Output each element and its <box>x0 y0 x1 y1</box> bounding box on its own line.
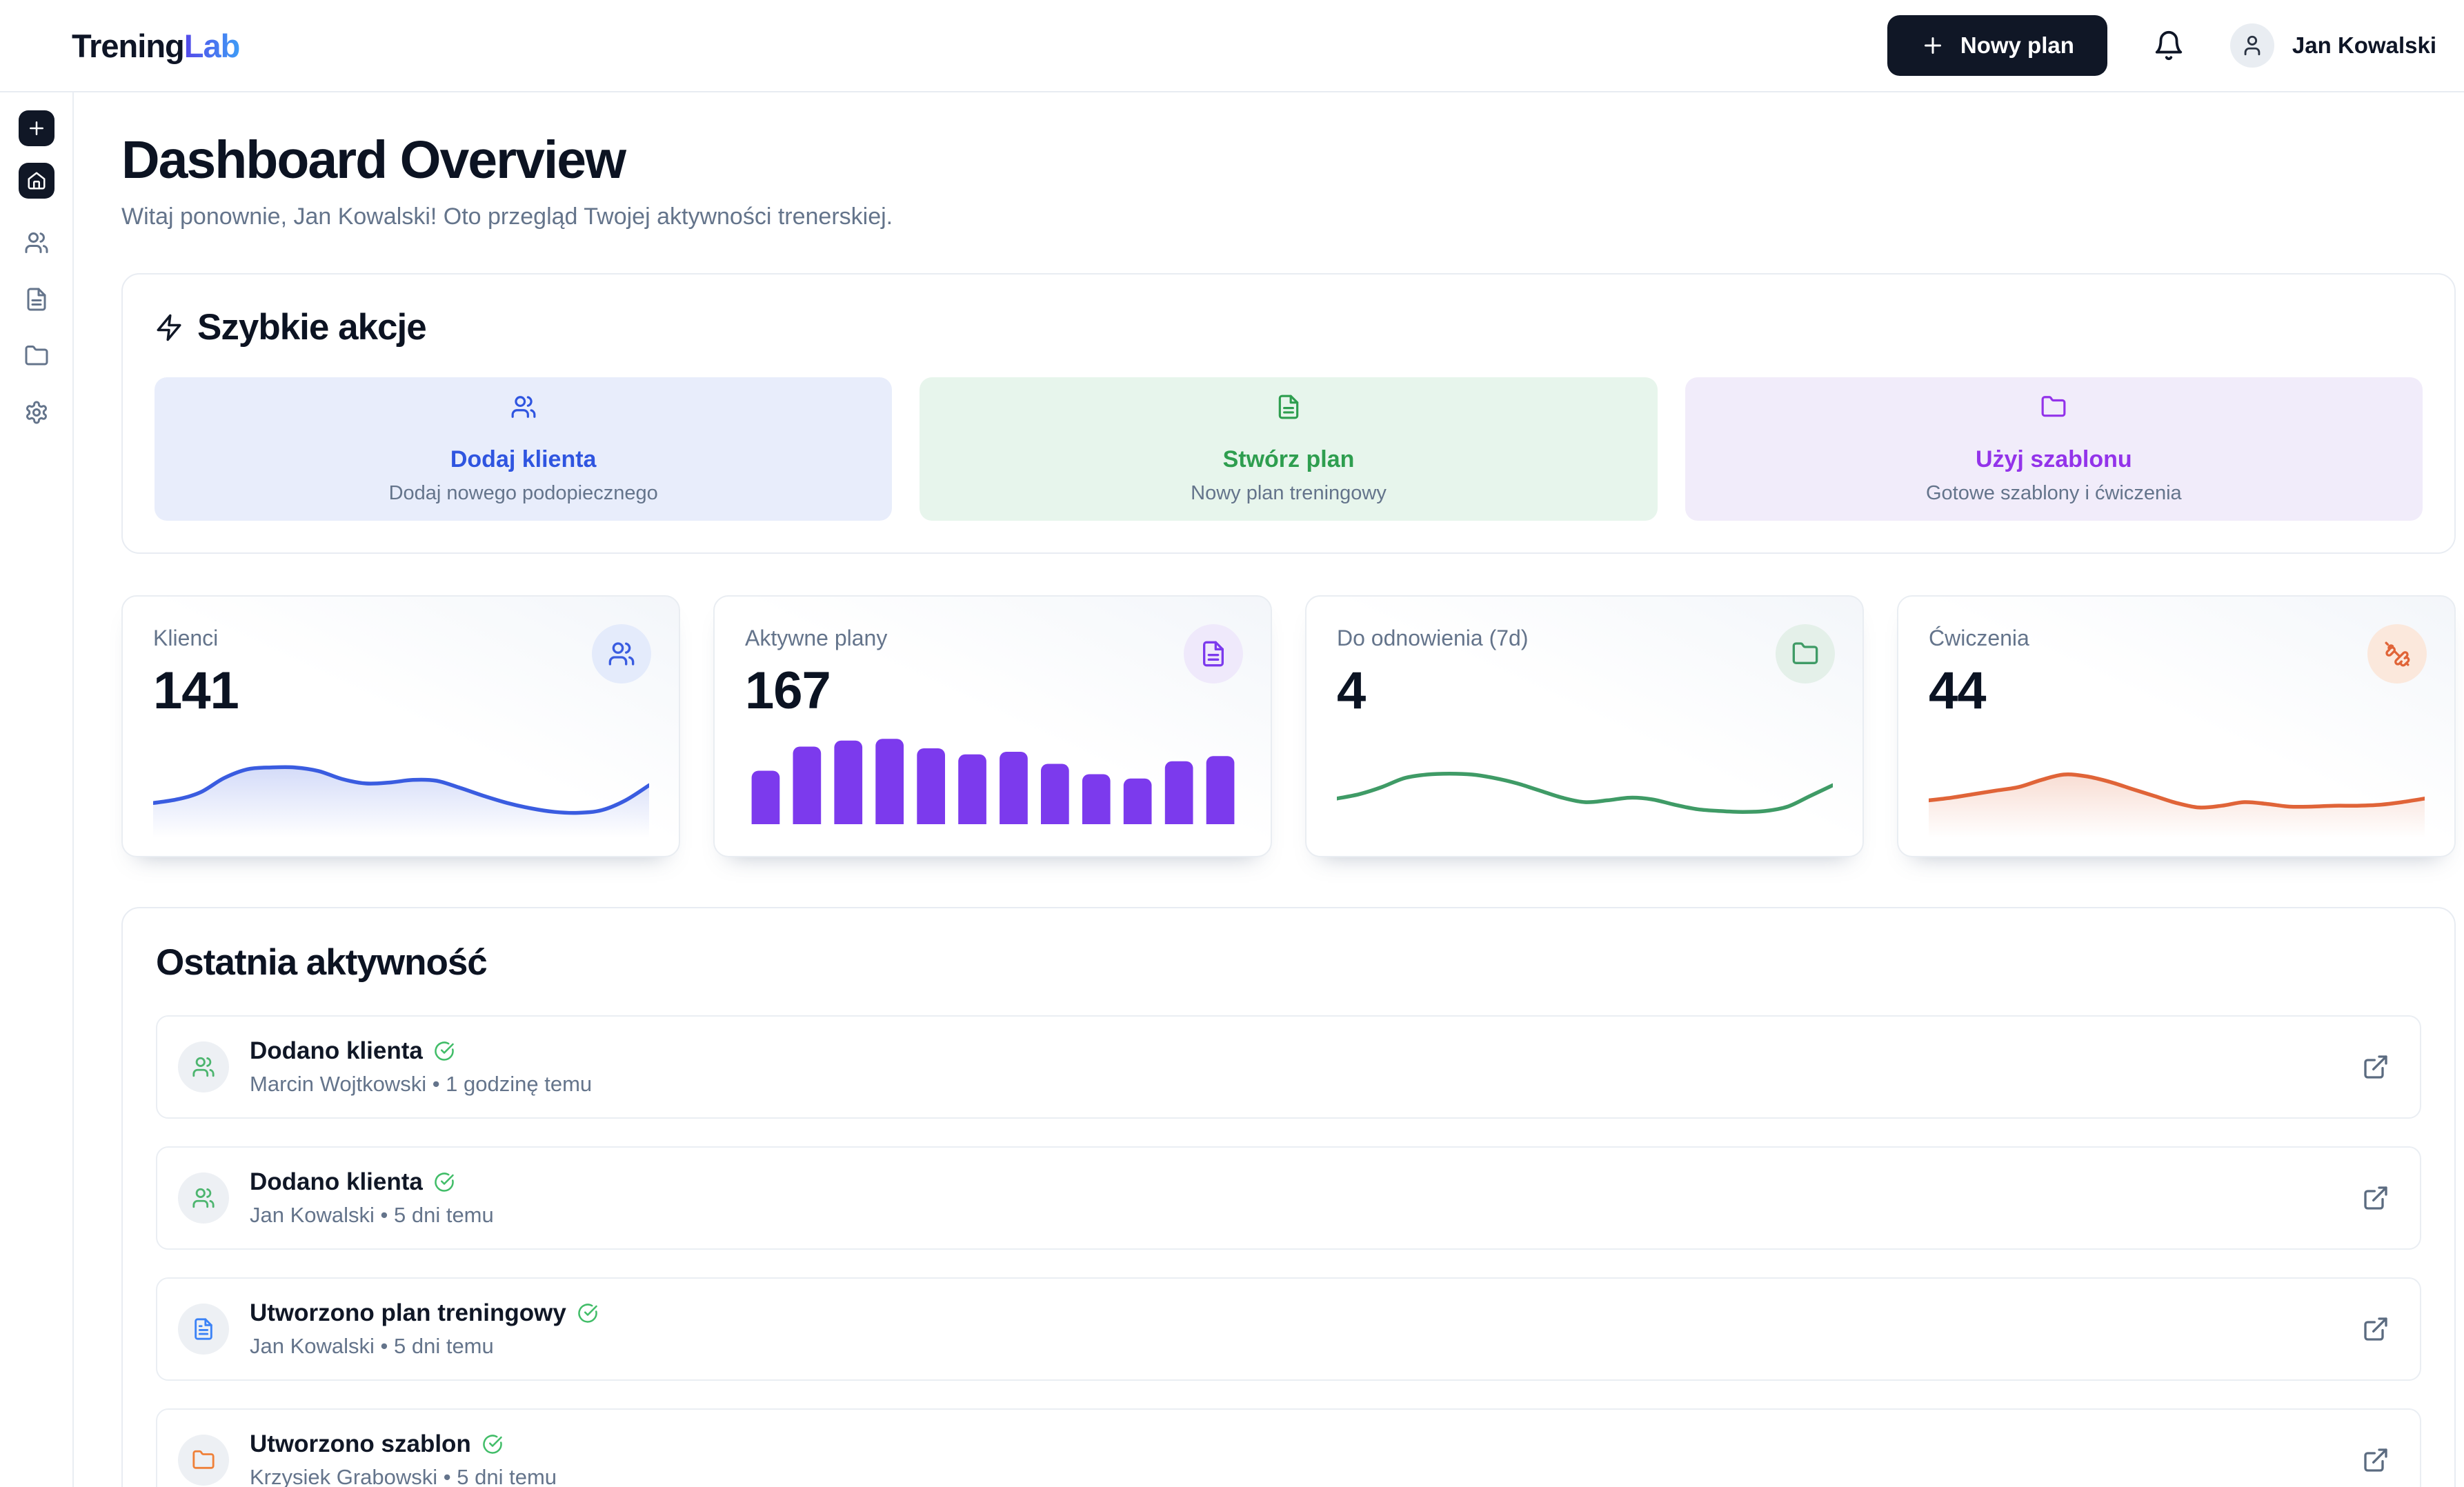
quick-actions-panel: Szybkie akcje Dodaj klienta Dodaj nowego… <box>121 273 2456 554</box>
plus-icon <box>1920 33 1945 58</box>
plus-icon <box>26 118 47 139</box>
exercises-sparkline-chart <box>1929 731 2425 838</box>
page-subtitle: Witaj ponownie, Jan Kowalski! Oto przegl… <box>121 203 2456 230</box>
logo-text-primary: Trening <box>72 28 184 64</box>
users-icon <box>24 230 49 255</box>
stat-label: Do odnowienia (7d) <box>1337 626 1832 651</box>
check-circle-icon <box>434 1172 455 1192</box>
notifications-button[interactable] <box>2153 30 2185 61</box>
sidebar-item-dashboard[interactable] <box>19 163 54 199</box>
user-icon <box>2241 34 2264 57</box>
recent-activity-panel: Ostatnia aktywność Dodano klienta Marcin… <box>121 907 2456 1487</box>
bell-icon <box>2153 30 2185 61</box>
quick-action-subtitle: Dodaj nowego podopiecznego <box>389 482 658 505</box>
stat-label: Klienci <box>153 626 648 651</box>
activity-meta: Krzysiek Grabowski • 5 dni temu <box>250 1465 557 1487</box>
sidebar-item-clients[interactable] <box>24 230 49 255</box>
quick-action-title: Dodaj klienta <box>450 446 597 473</box>
external-link-icon <box>2362 1315 2390 1343</box>
new-plan-label: Nowy plan <box>1960 32 2074 59</box>
avatar <box>2230 23 2274 68</box>
quick-action-subtitle: Nowy plan treningowy <box>1191 482 1387 505</box>
stat-card-exercises: Ćwiczenia 44 <box>1897 595 2456 857</box>
folder-icon <box>192 1448 215 1472</box>
activity-title: Utworzono szablon <box>250 1430 471 1458</box>
activity-title: Dodano klienta <box>250 1037 423 1065</box>
check-circle-icon <box>434 1041 455 1061</box>
sidebar-item-plans[interactable] <box>24 287 49 312</box>
main-content: Dashboard Overview Witaj ponownie, Jan K… <box>121 92 2456 1487</box>
recent-activity-title: Ostatnia aktywność <box>156 941 2421 984</box>
users-icon <box>592 624 651 683</box>
stat-value: 44 <box>1929 661 2424 721</box>
quick-action-create-plan[interactable]: Stwórz plan Nowy plan treningowy <box>920 377 1657 521</box>
sidebar-item-settings[interactable] <box>24 400 49 425</box>
stat-value: 167 <box>745 661 1240 721</box>
folder-icon <box>1776 624 1835 683</box>
home-icon <box>26 170 47 191</box>
activity-row: Dodano klienta Jan Kowalski • 5 dni temu <box>156 1146 2421 1250</box>
stat-label: Aktywne plany <box>745 626 1240 651</box>
stat-card-active-plans: Aktywne plany 167 <box>713 595 1272 857</box>
stats-row: Klienci 141 Aktywne plany 167 Do odnowie… <box>121 595 2456 857</box>
new-plan-button[interactable]: Nowy plan <box>1887 15 2107 76</box>
top-header: TreningLab Nowy plan Jan Kowalski <box>0 0 2464 92</box>
quick-action-use-template[interactable]: Użyj szablonu Gotowe szablony i ćwiczeni… <box>1685 377 2423 521</box>
user-name: Jan Kowalski <box>2292 32 2436 59</box>
quick-action-title: Stwórz plan <box>1223 446 1355 473</box>
user-menu[interactable]: Jan Kowalski <box>2230 23 2436 68</box>
users-icon <box>510 394 537 420</box>
zap-icon <box>155 313 183 342</box>
stat-label: Ćwiczenia <box>1929 626 2424 651</box>
check-circle-icon <box>577 1303 598 1324</box>
check-circle-icon <box>482 1434 503 1455</box>
folder-icon <box>24 343 49 368</box>
dumbbell-icon <box>2367 624 2427 683</box>
file-text-icon <box>24 287 49 312</box>
settings-icon <box>24 400 49 425</box>
page-title: Dashboard Overview <box>121 130 2456 191</box>
quick-action-subtitle: Gotowe szablony i ćwiczenia <box>1926 482 2182 505</box>
users-icon <box>192 1186 215 1210</box>
sidebar-item-new[interactable] <box>19 110 54 146</box>
sidebar-item-templates[interactable] <box>24 343 49 368</box>
external-link-icon <box>2362 1184 2390 1212</box>
stat-card-renewals: Do odnowienia (7d) 4 <box>1305 595 1864 857</box>
quick-actions-title: Szybkie akcje <box>197 306 426 348</box>
file-text-icon <box>1275 394 1302 420</box>
external-link-icon <box>2362 1446 2390 1474</box>
stat-value: 4 <box>1337 661 1832 721</box>
external-link-icon <box>2362 1053 2390 1081</box>
users-icon <box>192 1055 215 1079</box>
open-activity-button[interactable] <box>2362 1446 2390 1474</box>
activity-row: Utworzono szablon Krzysiek Grabowski • 5… <box>156 1408 2421 1487</box>
file-text-icon <box>1184 624 1243 683</box>
folder-icon <box>2040 394 2067 420</box>
activity-row: Dodano klienta Marcin Wojtkowski • 1 god… <box>156 1015 2421 1119</box>
app-logo: TreningLab <box>72 27 239 65</box>
activity-row: Utworzono plan treningowy Jan Kowalski •… <box>156 1277 2421 1381</box>
renewals-line-chart <box>1337 731 1833 838</box>
activity-title: Utworzono plan treningowy <box>250 1299 566 1327</box>
quick-action-add-client[interactable]: Dodaj klienta Dodaj nowego podopiecznego <box>155 377 892 521</box>
stat-value: 141 <box>153 661 648 721</box>
open-activity-button[interactable] <box>2362 1053 2390 1081</box>
file-text-icon <box>192 1317 215 1341</box>
quick-action-title: Użyj szablonu <box>1976 446 2132 473</box>
activity-list: Dodano klienta Marcin Wojtkowski • 1 god… <box>156 1015 2421 1487</box>
active-plans-bar-chart <box>745 736 1241 824</box>
activity-title: Dodano klienta <box>250 1168 423 1196</box>
open-activity-button[interactable] <box>2362 1315 2390 1343</box>
logo-text-accent: Lab <box>184 28 240 64</box>
stat-card-clients: Klienci 141 <box>121 595 680 857</box>
open-activity-button[interactable] <box>2362 1184 2390 1212</box>
activity-meta: Jan Kowalski • 5 dni temu <box>250 1334 598 1359</box>
activity-meta: Jan Kowalski • 5 dni temu <box>250 1203 494 1228</box>
activity-meta: Marcin Wojtkowski • 1 godzinę temu <box>250 1072 592 1097</box>
sidebar <box>0 92 74 1487</box>
clients-sparkline-chart <box>153 731 649 838</box>
